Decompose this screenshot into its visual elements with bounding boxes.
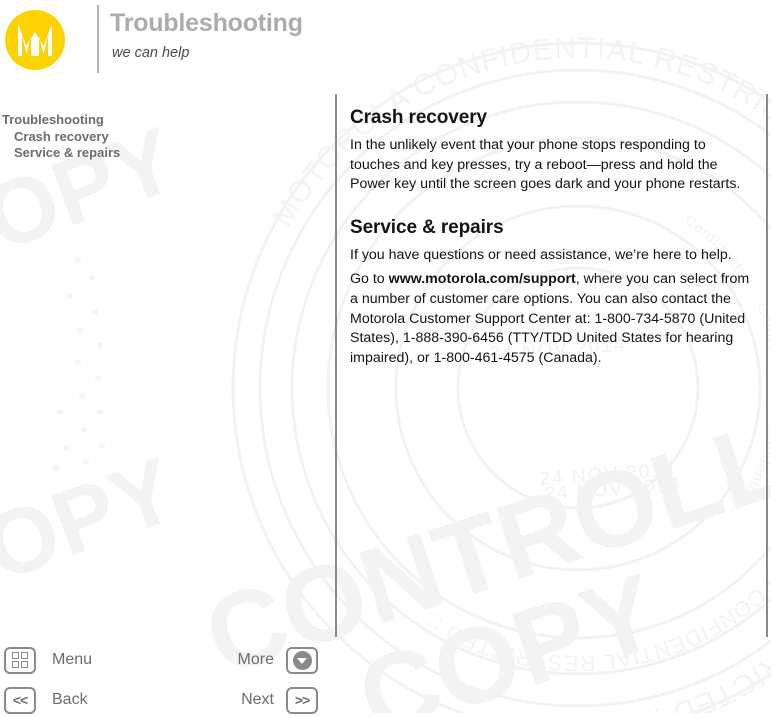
paragraph-service-intro: If you have questions or need assistance… <box>350 246 732 263</box>
menu-button[interactable]: Menu <box>4 643 92 677</box>
svg-text:24 NOV 2014: 24 NOV 2014 <box>544 474 682 505</box>
chevron-down-circle-icon <box>286 646 318 674</box>
watermark-copy-text-left2: COPY <box>0 438 189 623</box>
next-button[interactable]: Next >> <box>241 683 318 717</box>
next-glyph: >> <box>294 692 310 708</box>
back-button[interactable]: << Back <box>4 683 88 717</box>
more-button[interactable]: More <box>238 643 318 677</box>
page-subtitle: we can help <box>112 45 190 61</box>
watermark-ring-text-inner: MOTOROLA CONFIDENTIAL RESTRICTED :: <box>421 469 771 676</box>
sidebar-item-troubleshooting[interactable]: Troubleshooting <box>0 112 330 129</box>
double-chevron-left-icon: << <box>4 686 36 714</box>
bottom-navigation-bar: Menu More << Back Next >> <box>0 638 335 714</box>
nav-row-top: Menu More <box>0 643 318 677</box>
motorola-logo-icon <box>5 10 65 70</box>
nav-row-bottom: << Back Next >> <box>0 683 318 717</box>
main-content: Crash recovery In the unlikely event tha… <box>350 107 750 376</box>
grid-menu-icon <box>4 646 36 674</box>
support-prefix: Go to <box>350 271 389 288</box>
sidebar-item-crash-recovery[interactable]: Crash recovery <box>0 129 330 146</box>
paragraph-crash-recovery: In the unlikely event that your phone st… <box>350 137 741 193</box>
table-of-contents: Troubleshooting Crash recovery Service &… <box>0 112 330 162</box>
header-divider <box>97 5 99 73</box>
content-left-divider <box>335 94 337 637</box>
section-heading-crash-recovery: Crash recovery <box>350 107 487 128</box>
watermark-copy-text: COPY <box>344 550 672 713</box>
sidebar-item-service-repairs[interactable]: Service & repairs <box>0 145 330 162</box>
back-button-label: Back <box>52 691 88 708</box>
page-header: Troubleshooting we can help <box>0 0 771 88</box>
next-button-label: Next <box>241 691 274 708</box>
content-right-divider <box>766 94 768 637</box>
paragraph-support-contact: Go to www.motorola.com/support, where yo… <box>350 270 750 368</box>
svg-text:24 NOV 2014: 24 NOV 2014 <box>539 459 677 490</box>
support-url-link[interactable]: www.motorola.com/support <box>389 271 576 287</box>
double-chevron-right-icon: >> <box>286 686 318 714</box>
section-heading-service-repairs: Service & repairs <box>350 216 504 238</box>
watermark-dots <box>53 257 105 471</box>
menu-button-label: Menu <box>52 651 93 668</box>
more-button-label: More <box>237 651 274 668</box>
back-glyph: << <box>12 692 28 708</box>
page-title: Troubleshooting <box>110 9 303 37</box>
